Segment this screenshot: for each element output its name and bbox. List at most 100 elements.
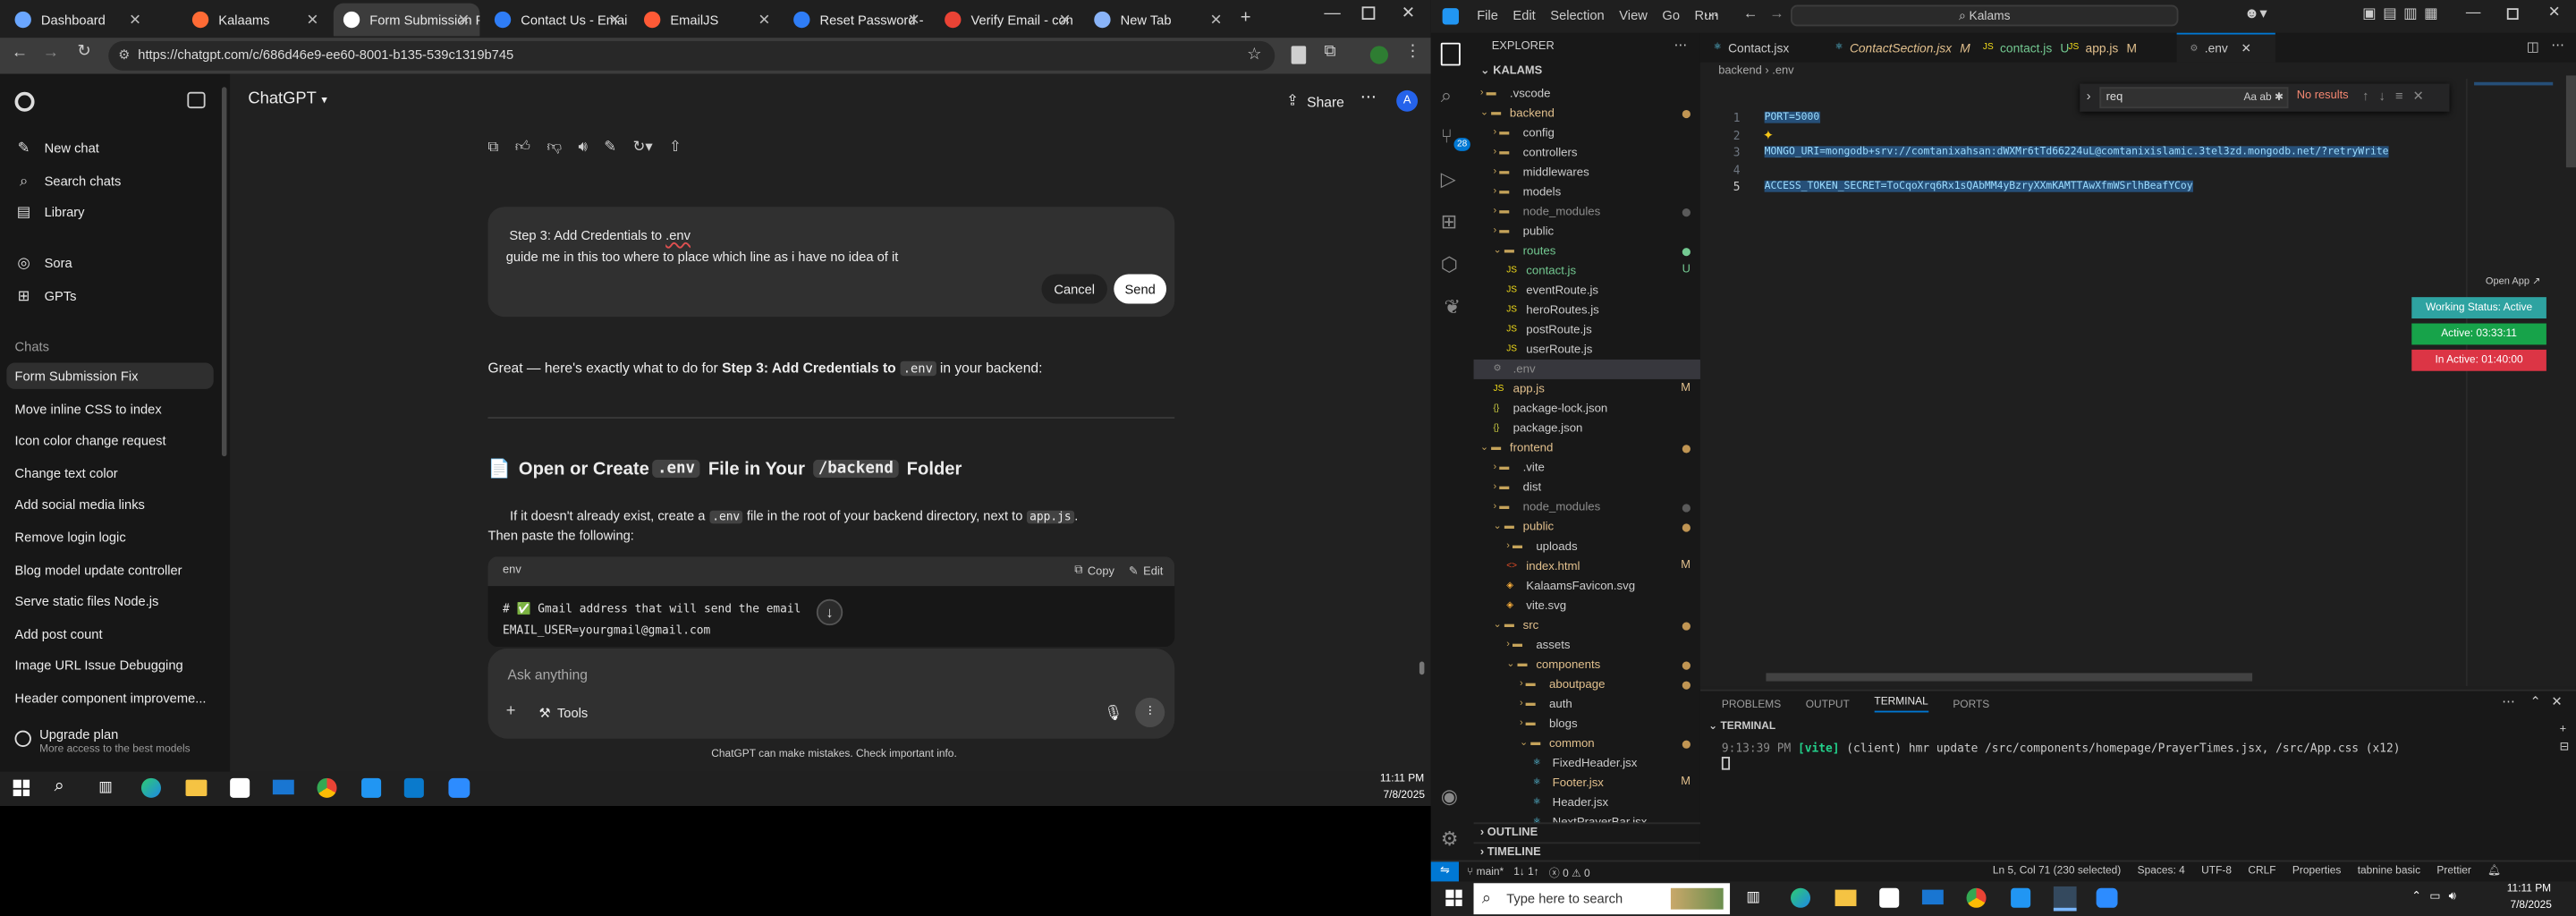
menu-item[interactable]: View	[1619, 8, 1648, 23]
encoding[interactable]: UTF-8	[2201, 864, 2232, 876]
reload-icon[interactable]: ↻	[77, 43, 90, 61]
editor-scrollbar[interactable]	[2565, 75, 2576, 168]
tree-item[interactable]: ◈ KalaamsFavicon.svg	[1474, 576, 1700, 596]
editor-tab[interactable]: JS app.js M	[2055, 33, 2177, 63]
editor-tab[interactable]: ⚙ .env ✕	[2176, 32, 2275, 63]
tree-item[interactable]: ⚛ FixedHeader.jsx	[1474, 753, 1700, 773]
profile-avatar[interactable]	[1369, 46, 1389, 64]
read-aloud-icon[interactable]: 🔊︎	[578, 138, 587, 156]
tree-item[interactable]: › ▬ dist	[1474, 478, 1700, 497]
taskbar-search-box[interactable]: ⌕ Type here to search	[1473, 883, 1731, 915]
terminal-header[interactable]: ⌄ TERMINAL	[1708, 719, 1775, 733]
time-tracker-widget[interactable]: Active: 03:33:11	[2411, 323, 2546, 345]
find-nav-icons[interactable]: ↑↓≡✕	[2362, 89, 2434, 104]
tab-close-icon[interactable]: ✕	[608, 12, 621, 30]
find-expand-icon[interactable]: ›	[2087, 89, 2091, 104]
file-explorer-icon-2[interactable]	[1835, 889, 1857, 906]
sidebar-scrollbar[interactable]	[221, 87, 227, 457]
panel-maximize-icon[interactable]: ⌃	[2530, 694, 2541, 709]
vscode-icon-2[interactable]	[2011, 887, 2031, 908]
tab-close-icon[interactable]: ✕	[457, 12, 470, 30]
horizontal-scrollbar[interactable]	[1766, 673, 2253, 682]
tab-close-icon[interactable]: ✕	[129, 12, 141, 30]
send-button[interactable]: Send	[1114, 274, 1167, 304]
tree-item[interactable]: › ▬ blogs	[1474, 714, 1700, 734]
store-icon-2[interactable]	[1879, 887, 1900, 908]
explorer-activity-icon[interactable]	[1440, 42, 1461, 66]
editor-tab[interactable]: JS contact.js U	[1970, 33, 2069, 63]
search-activity-icon[interactable]: ⌕	[1441, 84, 1452, 109]
tree-item[interactable]: ⚛ Header.jsx	[1474, 793, 1700, 812]
forward-icon[interactable]: →	[43, 45, 59, 63]
vscode-active-icon-2[interactable]	[2053, 886, 2077, 912]
sidebar-nav-item[interactable]: ⌕ Search chats	[15, 172, 121, 190]
sidebar-nav-item[interactable]: ▤ Library	[15, 204, 85, 222]
tab-close-icon[interactable]: ✕	[1059, 12, 1072, 30]
browser-tab[interactable]: New Tab ✕	[1084, 4, 1232, 37]
code-line[interactable]: MONGO_URI=mongodb+srv://comtanixahsan:dW…	[1764, 146, 2389, 158]
explorer-more-icon[interactable]: ⋯	[1674, 38, 1688, 53]
remote-indicator[interactable]: ⇋	[1430, 861, 1459, 882]
more-menu-icon[interactable]: ⋯	[1704, 6, 1719, 24]
regenerate-icon[interactable]: ↻▾	[633, 138, 653, 156]
extensions-icon[interactable]: ⊞	[1441, 210, 1457, 233]
vscode-active-icon[interactable]	[403, 777, 424, 798]
code-line[interactable]: ACCESS_TOKEN_SECRET=ToCqoXrq6Rx1sQAbMM4y…	[1764, 180, 2193, 192]
windows-start-icon[interactable]	[13, 779, 30, 797]
time-tracker-widget[interactable]: In Active: 01:40:00	[2411, 349, 2546, 371]
tree-item[interactable]: ⌄ ▬ backend	[1474, 104, 1700, 123]
more-options-icon[interactable]: ⋯	[1360, 89, 1377, 106]
store-icon[interactable]	[230, 777, 250, 798]
chat-history-item[interactable]: Blog model update controller	[15, 563, 182, 578]
problems-indicator[interactable]: ⓧ 0 ⚠ 0	[1549, 863, 1590, 880]
copy-code-button[interactable]: ⧉ Copy	[1074, 564, 1114, 578]
tree-item[interactable]: <> index.html M	[1474, 556, 1700, 576]
properties-indicator[interactable]: Properties	[2292, 864, 2341, 876]
tools-button[interactable]: ⚒ Tools	[538, 706, 588, 721]
edit-pen-icon[interactable]: ✎	[604, 138, 616, 156]
chat-history-item[interactable]: Form Submission Fix	[15, 369, 139, 385]
tree-item[interactable]: ⚙ .env	[1473, 359, 1700, 379]
tree-item[interactable]: {} package-lock.json	[1474, 399, 1700, 419]
tree-item[interactable]: ⌄ ▬ src	[1474, 615, 1700, 635]
menu-item[interactable]: Edit	[1513, 8, 1535, 23]
site-info-icon[interactable]: ⚙	[118, 41, 130, 71]
vscode-taskbar-icon[interactable]	[361, 777, 382, 798]
root-folder[interactable]: ⌄ KALAMS	[1480, 64, 1542, 77]
puzzle-icon[interactable]: ⧉	[1324, 43, 1335, 61]
zoom-icon-2[interactable]	[2096, 887, 2118, 908]
tree-item[interactable]: › ▬ uploads	[1474, 537, 1700, 556]
openai-logo-icon[interactable]	[14, 91, 35, 112]
chat-scrollbar[interactable]	[1419, 661, 1425, 675]
manage-gear-icon[interactable]: ⚙	[1441, 827, 1459, 851]
tree-item[interactable]: JS userRoute.js	[1474, 340, 1700, 360]
chat-history-item[interactable]: Remove login logic	[15, 530, 126, 546]
tree-item[interactable]: ⚛ Footer.jsx M	[1474, 773, 1700, 793]
upgrade-plan[interactable]: Upgrade plan More access to the best mod…	[0, 717, 230, 772]
thumbs-down-icon[interactable]: 👎︎	[547, 138, 562, 156]
code-line[interactable]: PORT=5000	[1764, 111, 1820, 123]
tree-item[interactable]: JS contact.js U	[1474, 261, 1700, 281]
run-debug-icon[interactable]: ▷	[1441, 167, 1456, 191]
eol[interactable]: CRLF	[2248, 864, 2275, 876]
tree-item[interactable]: › ▬ .vite	[1474, 458, 1700, 478]
scroll-down-button[interactable]: ↓	[816, 598, 843, 626]
split-editor-icon[interactable]: ◫	[2527, 39, 2539, 55]
sidebar-nav-item[interactable]: ✎ New chat	[15, 140, 99, 157]
bookmark-star-icon[interactable]: ☆	[1247, 41, 1261, 71]
file-explorer-icon[interactable]	[185, 779, 208, 797]
mail-icon[interactable]	[272, 779, 294, 795]
chat-history-item[interactable]: Icon color change request	[15, 434, 166, 449]
url-input[interactable]: ⚙ https://chatgpt.com/c/686d46e9-ee60-80…	[108, 40, 1275, 71]
tree-item[interactable]: ⌄ ▬ common	[1474, 734, 1700, 753]
browser-tab[interactable]: Kalaams ✕	[182, 4, 328, 37]
minimap[interactable]	[2465, 79, 2564, 687]
add-attachment-icon[interactable]: +	[506, 702, 516, 720]
panel-close-icon[interactable]: ✕	[2551, 694, 2562, 709]
tree-item[interactable]: › ▬ auth	[1474, 694, 1700, 714]
extension-icon[interactable]	[1291, 46, 1307, 64]
vs-close-button[interactable]: ✕	[2548, 4, 2561, 21]
panel-tab[interactable]: PORTS	[1953, 699, 1989, 710]
editor-tab[interactable]: ⚛ Contact.jsx	[1700, 33, 1822, 63]
tree-item[interactable]: › ▬ models	[1474, 182, 1700, 202]
